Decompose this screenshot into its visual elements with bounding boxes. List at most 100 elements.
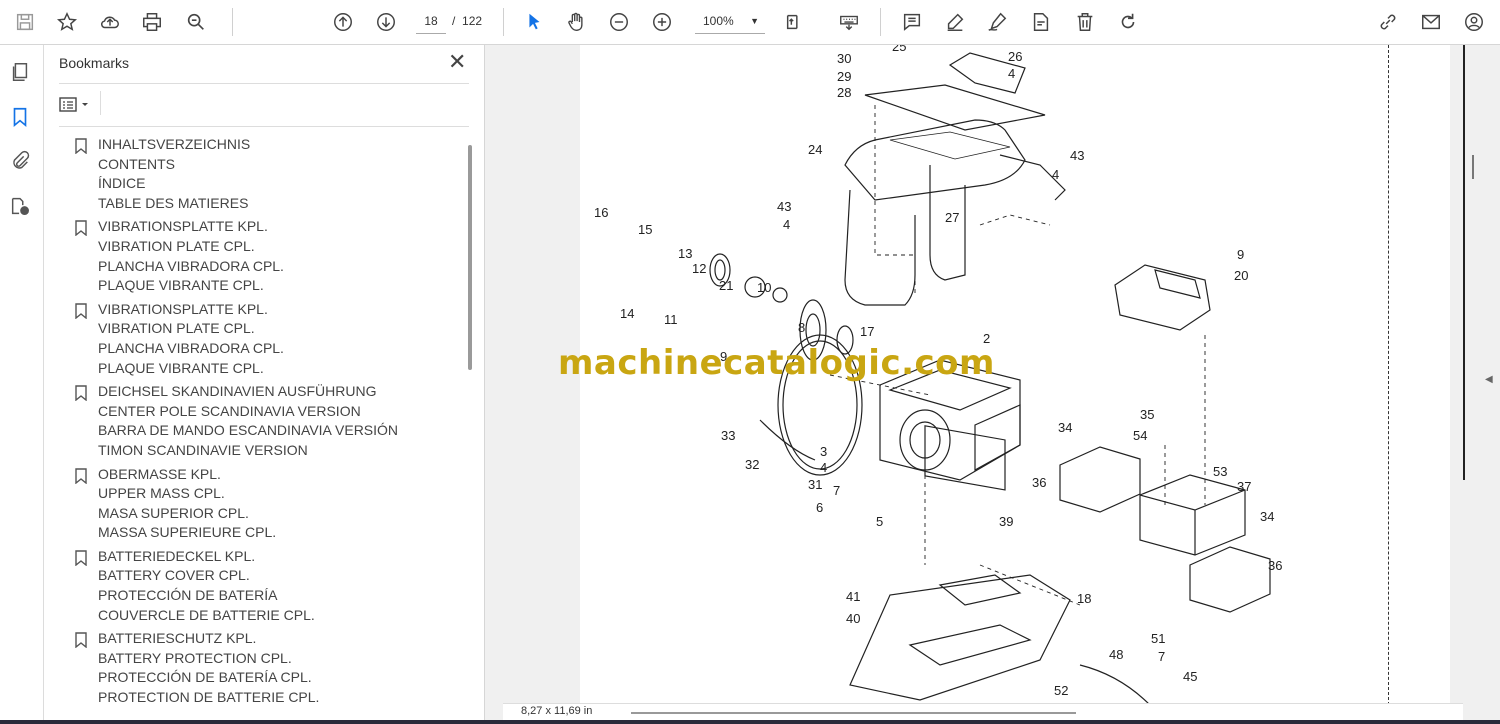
svg-text:36: 36 — [1268, 558, 1282, 573]
svg-text:12: 12 — [692, 261, 706, 276]
svg-text:15: 15 — [638, 222, 652, 237]
bookmark-label: PLAQUE VIBRANTE CPL. — [98, 359, 264, 376]
page-down-icon[interactable] — [373, 9, 399, 35]
bookmark-label: BATTERY COVER CPL. — [98, 567, 250, 584]
list-options-icon — [59, 97, 88, 112]
bookmark-item[interactable]: VIBRATIONSPLATTE KPL. VIBRATION PLATE CP… — [58, 300, 470, 378]
page-total: / 122 — [452, 9, 482, 33]
bookmark-flag-icon — [75, 138, 87, 154]
rotate-icon[interactable] — [1115, 9, 1141, 35]
chevron-down-icon: ▼ — [750, 16, 759, 26]
svg-text:25: 25 — [892, 45, 906, 54]
svg-text:37: 37 — [1237, 479, 1251, 494]
email-icon[interactable] — [1418, 9, 1444, 35]
svg-text:4: 4 — [783, 217, 790, 232]
page-edge-line — [1463, 45, 1465, 480]
svg-text:14: 14 — [620, 306, 634, 321]
svg-text:7: 7 — [833, 483, 840, 498]
save-icon[interactable] — [12, 9, 38, 35]
comment-icon[interactable] — [899, 9, 925, 35]
taskbar-strip — [0, 720, 1500, 724]
svg-text:4: 4 — [1052, 167, 1059, 182]
bookmark-flag-icon — [75, 632, 87, 649]
bookmark-label: ÍNDICE — [98, 175, 146, 192]
bookmark-label: VIBRATIONSPLATTE KPL. — [98, 300, 268, 317]
bookmark-item[interactable]: DEICHSEL SKANDINAVIEN AUSFÜHRUNG CENTER … — [58, 382, 470, 460]
panel-title: Bookmarks — [59, 55, 130, 71]
bookmark-label: BARRA DE MANDO ESCANDINAVIA VERSIÓN — [98, 422, 399, 439]
svg-text:4: 4 — [1008, 66, 1015, 81]
expand-right-panel-arrow-icon[interactable]: ◀ — [1485, 374, 1493, 385]
svg-text:39: 39 — [999, 514, 1013, 529]
bookmarks-panel: Bookmarks ✕ INHALTSVERZEICHNIS CONTENTS … — [44, 45, 485, 724]
svg-text:54: 54 — [1133, 428, 1147, 443]
bookmark-label: TABLE DES MATIERES — [98, 194, 249, 211]
close-icon[interactable]: ✕ — [448, 51, 466, 73]
svg-text:16: 16 — [594, 205, 608, 220]
page-dashed-border — [1388, 45, 1389, 705]
svg-text:41: 41 — [846, 589, 860, 604]
bookmark-flag-icon — [75, 303, 87, 319]
svg-text:21: 21 — [719, 278, 733, 293]
bookmark-list: INHALTSVERZEICHNIS CONTENTS ÍNDICE TABLE… — [58, 135, 470, 724]
attachment-icon[interactable] — [9, 150, 33, 174]
bookmark-label: MASSA SUPERIEURE CPL. — [98, 524, 277, 541]
print-icon[interactable] — [139, 9, 165, 35]
bookmark-label: VIBRATIONSPLATTE KPL. — [98, 218, 268, 235]
trash-icon[interactable] — [1072, 9, 1098, 35]
bookmark-label: BATTERIEDECKEL KPL. — [98, 547, 256, 564]
zoom-select[interactable]: 100% ▼ — [695, 9, 765, 34]
svg-text:5: 5 — [876, 514, 883, 529]
bookmark-label: DEICHSEL SKANDINAVIEN AUSFÜHRUNG — [98, 383, 377, 400]
bookmark-label: BATTERY PROTECTION CPL. — [98, 649, 292, 666]
bookmark-label: COUVERCLE DE BATTERIE CPL. — [98, 606, 315, 623]
svg-text:26: 26 — [1008, 49, 1022, 64]
zoom-search-icon[interactable] — [183, 9, 209, 35]
layers-lock-icon[interactable] — [9, 195, 33, 219]
svg-text:48: 48 — [1109, 647, 1123, 662]
svg-text:10: 10 — [757, 280, 771, 295]
svg-text:45: 45 — [1183, 669, 1197, 684]
bookmark-flag-icon — [75, 467, 87, 484]
fit-page-icon[interactable] — [782, 9, 808, 35]
bookmark-icon[interactable] — [9, 106, 33, 130]
account-icon[interactable] — [1461, 9, 1487, 35]
svg-text:24: 24 — [808, 142, 822, 157]
zoom-in-icon[interactable] — [649, 9, 675, 35]
link-share-icon[interactable] — [1375, 9, 1401, 35]
svg-text:9: 9 — [1237, 247, 1244, 262]
zoom-out-icon[interactable] — [606, 9, 632, 35]
keyboard-icon[interactable] — [836, 9, 862, 35]
svg-text:43: 43 — [777, 199, 791, 214]
bookmark-item[interactable]: BATTERIESCHUTZ KPL. BATTERY PROTECTION C… — [58, 629, 470, 707]
pages-icon[interactable] — [9, 61, 33, 85]
bookmark-scrollbar[interactable] — [468, 145, 472, 370]
bookmark-label: PLAQUE VIBRANTE CPL. — [98, 277, 264, 294]
bookmark-label: MASA SUPERIOR CPL. — [98, 504, 249, 521]
svg-text:6: 6 — [816, 500, 823, 515]
page-number-input[interactable]: 18 — [416, 9, 446, 34]
bookmark-item[interactable]: BATTERIEDECKEL KPL. BATTERY COVER CPL. P… — [58, 547, 470, 625]
sign-pen-icon[interactable] — [984, 9, 1010, 35]
star-icon[interactable] — [54, 9, 80, 35]
horizontal-scrollbar[interactable] — [631, 712, 1076, 714]
svg-text:20: 20 — [1234, 268, 1248, 283]
upload-cloud-icon[interactable] — [97, 9, 123, 35]
page-up-icon[interactable] — [330, 9, 356, 35]
vertical-scrollbar[interactable] — [1472, 155, 1474, 179]
svg-text:17: 17 — [860, 324, 874, 339]
hand-icon[interactable] — [563, 9, 589, 35]
bookmark-label: CENTER POLE SCANDINAVIA VERSION — [98, 402, 361, 419]
svg-text:8: 8 — [798, 320, 805, 335]
bookmark-item[interactable]: INHALTSVERZEICHNIS CONTENTS ÍNDICE TABLE… — [58, 135, 470, 213]
main-toolbar: 18 / 122 100% ▼ — [0, 0, 1500, 45]
edit-stamp-icon[interactable] — [1028, 9, 1054, 35]
bookmark-item[interactable]: OBERMASSE KPL. UPPER MASS CPL. MASA SUPE… — [58, 465, 470, 543]
bookmark-label: CONTENTS — [98, 155, 175, 172]
bookmark-options-button[interactable] — [58, 94, 94, 116]
highlight-pen-icon[interactable] — [942, 9, 968, 35]
bookmark-item[interactable]: VIBRATIONSPLATTE KPL. VIBRATION PLATE CP… — [58, 217, 470, 295]
page-separator: / — [452, 14, 456, 28]
select-arrow-icon[interactable] — [521, 9, 547, 35]
svg-text:27: 27 — [945, 210, 959, 225]
